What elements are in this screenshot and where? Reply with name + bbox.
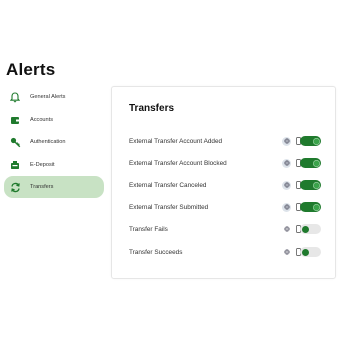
email-channel-icon[interactable] xyxy=(282,180,291,190)
sidebar-item-label: Accounts xyxy=(30,116,54,123)
deposit-icon xyxy=(9,159,21,171)
alert-toggle[interactable] xyxy=(300,247,321,257)
sidebar-item-general-alerts[interactable]: General Alerts xyxy=(4,86,104,108)
transfers-card: Transfers External Transfer Account Adde… xyxy=(111,86,336,279)
email-channel-icon[interactable] xyxy=(282,158,291,168)
wallet-icon xyxy=(9,114,21,126)
alert-toggle[interactable] xyxy=(300,158,321,168)
toggle-knob xyxy=(312,181,320,189)
alert-row-transfer-succeeds: Transfer Succeeds xyxy=(129,245,324,259)
alert-toggle[interactable] xyxy=(300,224,321,234)
email-channel-icon[interactable] xyxy=(282,202,291,212)
toggle-knob xyxy=(301,248,309,256)
sidebar-item-authentication[interactable]: Authentication xyxy=(4,131,104,153)
alert-row-external-transfer-submitted: External Transfer Submitted xyxy=(129,200,324,214)
alert-row-external-transfer-canceled: External Transfer Canceled xyxy=(129,178,324,192)
key-icon xyxy=(9,136,21,148)
alert-row-external-transfer-account-added: External Transfer Account Added xyxy=(129,134,324,148)
bell-icon xyxy=(9,91,21,103)
toggle-knob xyxy=(312,137,320,145)
sidebar-item-label: Transfers xyxy=(30,184,54,190)
toggle-knob xyxy=(312,159,320,167)
section-title: Transfers xyxy=(129,103,175,114)
alert-toggle[interactable] xyxy=(300,180,321,190)
transfer-icon xyxy=(9,181,21,193)
email-channel-icon[interactable] xyxy=(282,225,291,234)
toggle-knob xyxy=(301,225,309,233)
email-channel-icon[interactable] xyxy=(282,136,291,146)
alerts-sidebar: General Alerts Accounts Authentication E… xyxy=(4,86,104,199)
email-channel-icon[interactable] xyxy=(282,248,291,257)
alert-row-external-transfer-account-blocked: External Transfer Account Blocked xyxy=(129,156,324,170)
page-title: Alerts xyxy=(6,60,56,79)
sidebar-item-label: E-Deposit xyxy=(30,161,55,168)
alert-row-transfer-fails: Transfer Fails xyxy=(129,222,324,236)
sidebar-item-label: General Alerts xyxy=(30,94,66,100)
sidebar-item-label: Authentication xyxy=(30,139,66,145)
toggle-knob xyxy=(312,203,320,211)
alert-toggle[interactable] xyxy=(300,136,321,146)
sidebar-item-e-deposit[interactable]: E-Deposit xyxy=(4,154,104,176)
sidebar-item-accounts[interactable]: Accounts xyxy=(4,109,104,131)
sidebar-item-transfers[interactable]: Transfers xyxy=(4,176,104,198)
alert-toggle[interactable] xyxy=(300,202,321,212)
